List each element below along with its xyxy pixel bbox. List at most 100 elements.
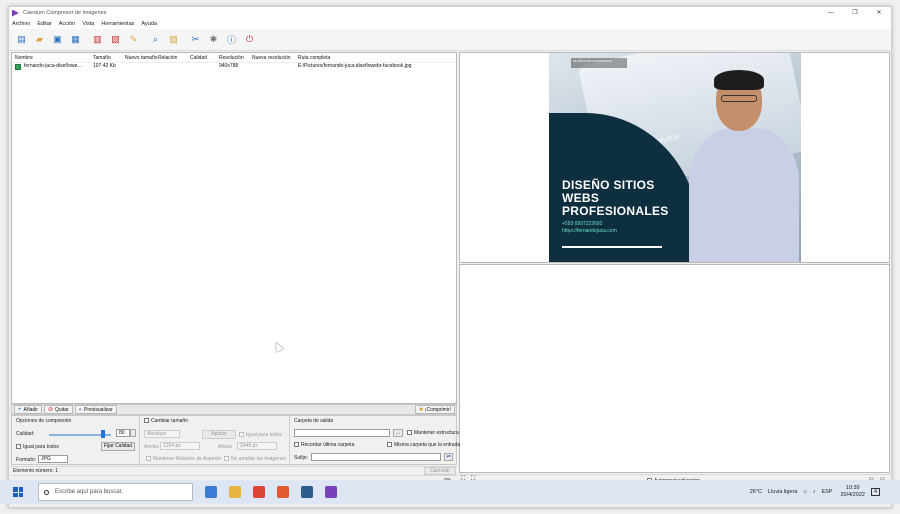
remove-item-icon[interactable]: ▥ [90, 32, 105, 47]
compress-button[interactable]: ■ ¡Comprimir! [415, 405, 455, 414]
height-label: Altura: [218, 444, 233, 450]
quality-label: Calidad: [16, 431, 35, 437]
browse-button[interactable]: ... [393, 429, 403, 437]
cell-resolucion: 940x788 [219, 63, 239, 69]
item-count: Elemento número: 1 [13, 468, 59, 474]
open-folder-icon[interactable]: ▰ [32, 32, 47, 47]
minimize-button[interactable]: — [819, 7, 843, 19]
remove-all-icon[interactable]: ▧ [108, 32, 123, 47]
menu-herramientas[interactable]: Herramientas [101, 21, 134, 27]
compression-group-label: Opciones de compresión [16, 418, 72, 424]
preview-icon[interactable]: ▨ [166, 32, 181, 47]
table-row[interactable]: fernando-juca-diseñowe... 107.42 Kb 940x… [12, 63, 456, 72]
plus-icon: + [18, 406, 22, 413]
close-button[interactable]: ✕ [867, 7, 891, 19]
temperature[interactable]: 26°C [750, 489, 762, 495]
suffix-button[interactable]: ⇄ [444, 453, 453, 461]
col-tamano[interactable]: Tamaño [93, 55, 111, 61]
save-list-icon[interactable]: ▦ [68, 32, 83, 47]
experience-badge: 36 AÑOS DE EXPERIENCIA [571, 58, 627, 68]
resize-same-label: Igual para todos [246, 432, 282, 438]
quality-stepper[interactable] [130, 429, 136, 437]
keep-ratio-checkbox[interactable] [146, 456, 151, 461]
preview-phone: +593 0997222692 [562, 221, 603, 227]
taskbar: Escribe aquí para buscar. 26°C Lluvia li… [0, 480, 900, 504]
output-folder-input[interactable] [294, 429, 390, 437]
output-group-label: Carpeta de salida [294, 418, 334, 424]
remember-folder-label: Recordar última carpeta [301, 442, 355, 448]
menu-accion[interactable]: Acción [59, 21, 76, 27]
height-input[interactable]: 2448 px [237, 442, 277, 450]
resize-same-checkbox[interactable] [239, 432, 244, 437]
open-file-icon[interactable]: ▤ [14, 32, 29, 47]
clock[interactable]: 10:39 20/4/2022 [840, 485, 864, 499]
taskbar-search[interactable]: Escribe aquí para buscar. [38, 483, 193, 501]
remove-button[interactable]: ⊘ Quitar [43, 405, 73, 414]
person-photo [689, 70, 799, 262]
info-icon[interactable]: ⓘ [224, 32, 239, 47]
network-icon[interactable]: ⌂ [803, 489, 806, 495]
notification-icon[interactable]: 4 [870, 488, 880, 496]
no-enlarge-checkbox[interactable] [224, 456, 229, 461]
language-indicator[interactable]: ESP [821, 489, 832, 495]
menu-editar[interactable]: Editar [37, 21, 51, 27]
taskbar-app-icon[interactable] [301, 486, 313, 498]
search-icon [44, 489, 49, 495]
resize-group: Cambiar tamaño Absoluto Aplicar Igual pa… [140, 416, 290, 466]
taskbar-app-icon[interactable] [205, 486, 217, 498]
file-list[interactable]: Nombre Tamaño Nuevo tamaño Relación Cali… [11, 52, 457, 404]
taskbar-app-icon[interactable] [277, 486, 289, 498]
search-icon[interactable]: ⌕ [148, 32, 163, 47]
menu-archivo[interactable]: Archivo [12, 21, 30, 27]
suffix-input[interactable] [311, 453, 441, 461]
taskbar-app-icon[interactable] [229, 486, 241, 498]
format-select[interactable]: JPG [38, 455, 68, 463]
clock-time: 10:39 [845, 485, 860, 491]
window-title: Caesium Compresor de imágenes [23, 10, 107, 16]
mouse-cursor-icon [272, 340, 284, 353]
col-nombre[interactable]: Nombre [15, 55, 33, 61]
output-group: Carpeta de salida ... Mantener estructur… [290, 416, 460, 466]
weather-text[interactable]: Lluvia ligera [768, 489, 797, 495]
quality-input[interactable]: 80 [116, 429, 130, 437]
preview-button[interactable]: ⌕ Previsualizar [74, 405, 117, 414]
exit-icon[interactable]: ⏻ [242, 32, 257, 47]
no-enlarge-label: No ampliar las imágenes [231, 456, 287, 462]
keep-structure-checkbox[interactable] [407, 430, 412, 435]
windows-start-icon[interactable] [10, 484, 26, 500]
fix-quality-button[interactable]: Fijar Calidad [101, 442, 135, 451]
image-file-icon [15, 64, 21, 70]
menu-vista[interactable]: Vista [82, 21, 94, 27]
col-resolucion[interactable]: Resolución [219, 55, 244, 61]
settings-icon[interactable]: ✱ [206, 32, 221, 47]
toolbar: ▤ ▰ ▣ ▦ ▥ ▧ ✎ ⌕ ▨ ✂ ✱ ⓘ ⏻ [9, 29, 891, 51]
save-icon[interactable]: ▣ [50, 32, 65, 47]
add-button[interactable]: + Añadir [14, 405, 42, 414]
cancel-button[interactable]: Cancelar [424, 467, 456, 475]
apply-button[interactable]: Aplicar [202, 430, 236, 439]
col-relacion[interactable]: Relación [158, 55, 177, 61]
volume-icon[interactable]: ♪ [813, 489, 816, 495]
width-label: Ancho: [144, 444, 160, 450]
quality-slider-thumb[interactable] [101, 430, 105, 438]
format-label: Formato: [16, 457, 37, 463]
col-calidad[interactable]: Calidad [190, 55, 207, 61]
remember-folder-checkbox[interactable] [294, 442, 299, 447]
col-ruta[interactable]: Ruta completa [298, 55, 330, 61]
taskbar-app-icon[interactable] [325, 486, 337, 498]
clear-list-icon[interactable]: ✎ [126, 32, 141, 47]
same-for-all-checkbox[interactable] [16, 444, 21, 449]
same-as-input-checkbox[interactable] [387, 442, 392, 447]
col-nueva-resolucion[interactable]: Nueva resolución [252, 55, 291, 61]
resize-mode-select[interactable]: Absoluto [144, 430, 180, 438]
tools-icon[interactable]: ✂ [188, 32, 203, 47]
width-input[interactable]: 1264 px [160, 442, 200, 450]
col-nuevo-tamano[interactable]: Nuevo tamaño [125, 55, 158, 61]
maximize-button[interactable]: ❐ [843, 7, 867, 19]
options-panel: Opciones de compresión Calidad: 80 Igual… [11, 415, 460, 466]
list-header: Nombre Tamaño Nuevo tamaño Relación Cali… [12, 53, 456, 63]
change-size-checkbox[interactable] [144, 418, 149, 423]
menu-bar: Archivo Editar Acción Vista Herramientas… [9, 19, 891, 29]
menu-ayuda[interactable]: Ayuda [141, 21, 157, 27]
taskbar-app-icon[interactable] [253, 486, 265, 498]
